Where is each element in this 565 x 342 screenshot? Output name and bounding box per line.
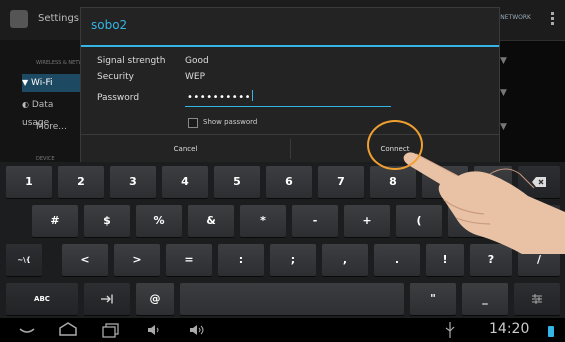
sidebar-item-data-usage[interactable]: ◐ Data usage	[22, 96, 80, 128]
security-value: WEP	[185, 72, 206, 82]
tab-key[interactable]	[84, 283, 130, 315]
key-equals[interactable]: =	[166, 244, 212, 276]
status-clock: 14:20	[489, 321, 530, 337]
volume-up-icon[interactable]	[188, 318, 206, 342]
keyboard-settings-icon	[532, 294, 542, 304]
key-underscore[interactable]: _	[462, 283, 508, 315]
sidebar-item-label: More...	[36, 122, 67, 132]
dialog-title: sobo2	[91, 18, 128, 32]
wifi-signal-icon: ▼	[500, 88, 507, 98]
show-password-checkbox[interactable]	[188, 118, 198, 128]
key-greater-than[interactable]: >	[114, 244, 160, 276]
key-minus[interactable]: -	[292, 205, 338, 237]
key-5[interactable]: 5	[214, 166, 260, 198]
key-dollar[interactable]: $	[84, 205, 130, 237]
key-less-than[interactable]: <	[62, 244, 108, 276]
screen: Settings ADD NETWORK WIRELESS & NETWORKS…	[0, 0, 565, 342]
key-1[interactable]: 1	[6, 166, 52, 198]
battery-icon	[548, 326, 554, 337]
wifi-icon: ▼	[22, 78, 29, 87]
recent-apps-icon[interactable]	[102, 318, 120, 342]
key-quote[interactable]: "	[410, 283, 456, 315]
volume-down-icon[interactable]	[146, 318, 162, 342]
key-6[interactable]: 6	[266, 166, 312, 198]
security-label: Security	[97, 72, 134, 82]
key-4[interactable]: 4	[162, 166, 208, 198]
key-2[interactable]: 2	[58, 166, 104, 198]
key-semicolon[interactable]: ;	[270, 244, 316, 276]
key-3[interactable]: 3	[110, 166, 156, 198]
sidebar-item-wifi[interactable]: ▼ Wi-Fi	[22, 74, 80, 92]
cancel-button[interactable]: Cancel	[81, 135, 290, 163]
key-more-symbols[interactable]: ~\{	[6, 244, 42, 276]
key-asterisk[interactable]: *	[240, 205, 286, 237]
signal-strength-value: Good	[185, 56, 209, 66]
key-colon[interactable]: :	[218, 244, 264, 276]
signal-strength-label: Signal strength	[97, 56, 166, 66]
tab-icon	[101, 294, 113, 304]
password-label: Password	[97, 93, 140, 103]
settings-icon	[10, 10, 28, 28]
space-key[interactable]	[180, 283, 404, 315]
back-icon[interactable]	[18, 318, 36, 342]
abc-key[interactable]: ABC	[6, 283, 78, 315]
key-7[interactable]: 7	[318, 166, 364, 198]
overflow-menu-icon[interactable]	[551, 11, 555, 27]
system-navigation-bar: 14:20	[0, 318, 565, 342]
text-cursor	[251, 90, 253, 101]
keyboard-settings-key[interactable]	[514, 283, 560, 315]
settings-title: Settings	[38, 13, 80, 24]
dialog-title-divider	[81, 45, 499, 47]
data-usage-icon: ◐	[22, 100, 29, 109]
key-percent[interactable]: %	[136, 205, 182, 237]
home-icon[interactable]	[58, 318, 78, 342]
password-value: ••••••••••	[187, 90, 253, 103]
usb-icon	[445, 322, 455, 338]
key-ampersand[interactable]: &	[188, 205, 234, 237]
key-hash[interactable]: #	[32, 205, 78, 237]
wifi-signal-icon: ▼	[500, 56, 507, 66]
key-at[interactable]: @	[136, 283, 174, 315]
tap-highlight-ring	[367, 120, 423, 170]
sidebar-item-label: Wi-Fi	[31, 78, 53, 88]
show-password-label: Show password	[203, 118, 258, 126]
